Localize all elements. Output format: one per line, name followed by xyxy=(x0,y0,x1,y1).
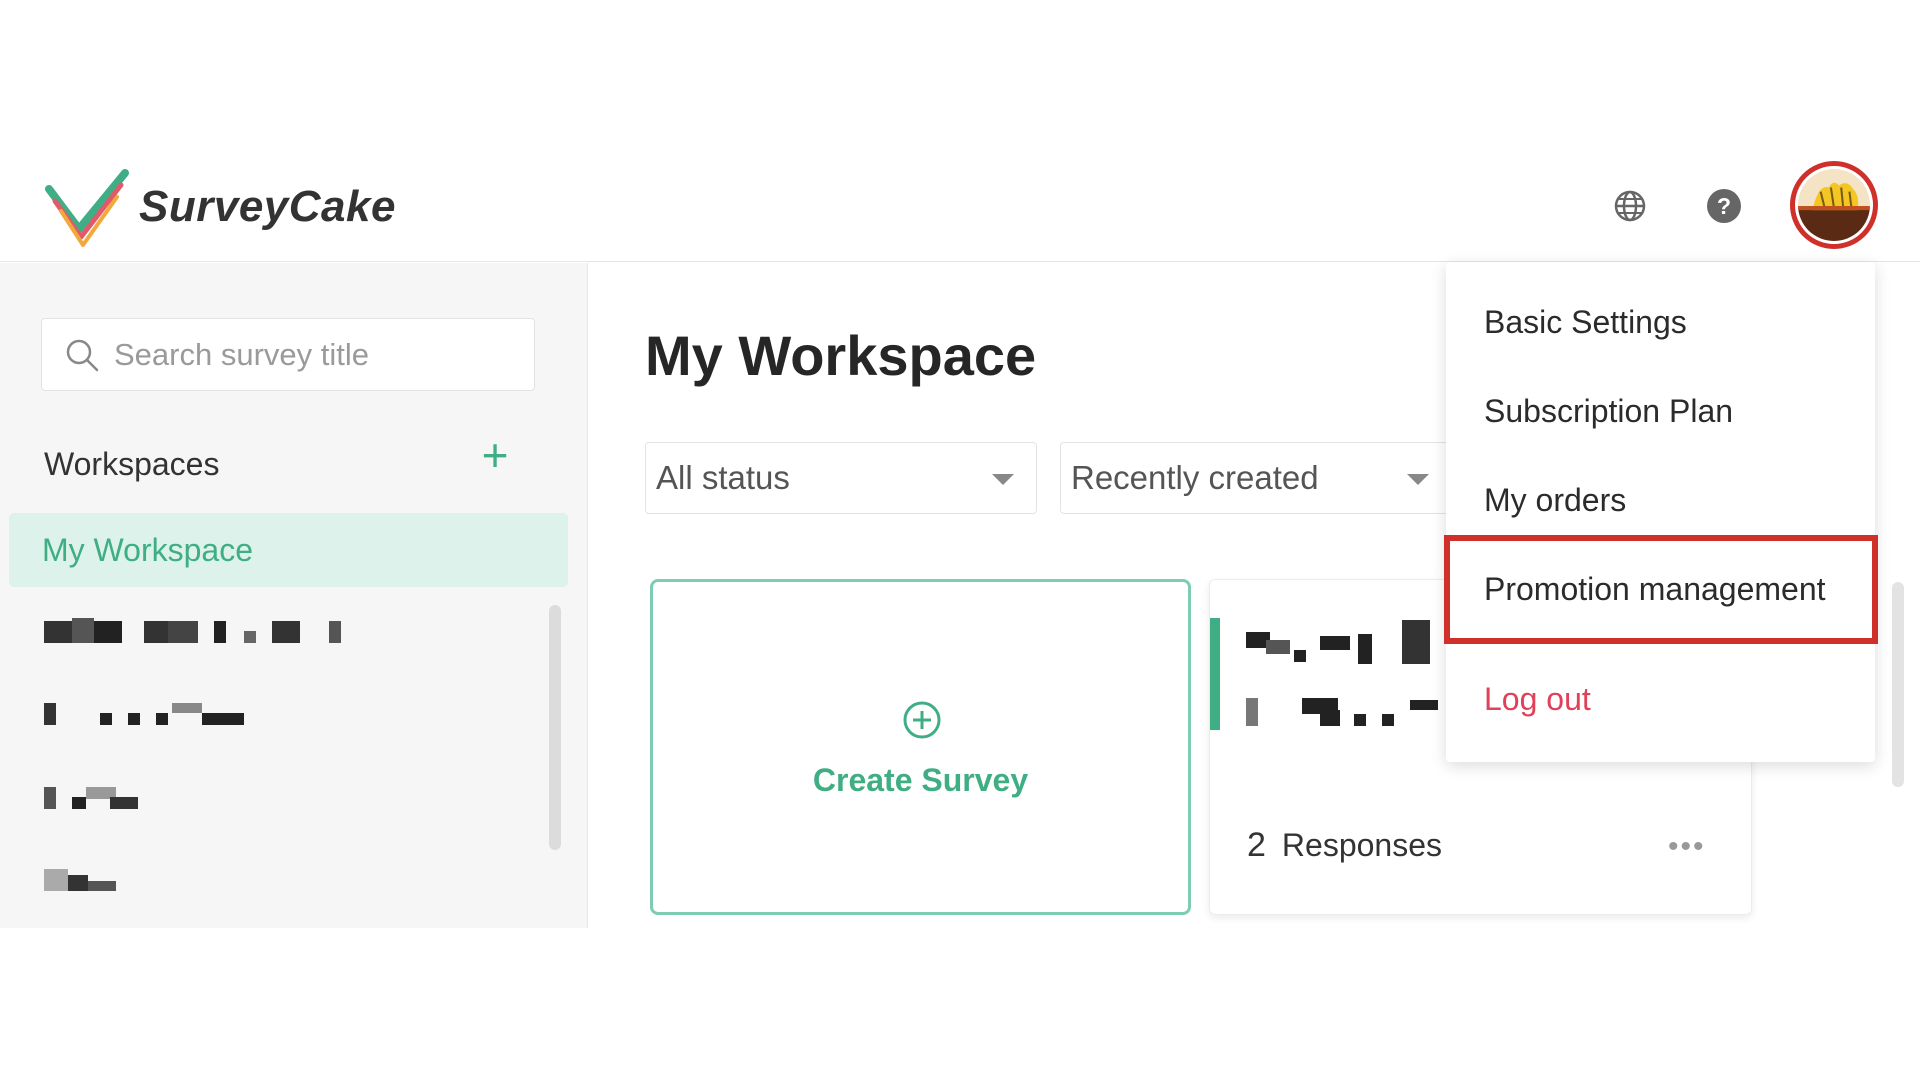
sidebar-item-redacted-2[interactable] xyxy=(44,697,264,737)
status-filter-select[interactable]: All status xyxy=(645,442,1037,514)
workspaces-heading: Workspaces xyxy=(44,446,220,482)
logo-text: SurveyCake xyxy=(139,182,396,231)
surveycake-logo[interactable]: SurveyCake xyxy=(45,167,396,247)
responses-count: 2 Responses xyxy=(1247,826,1442,865)
responses-label: Responses xyxy=(1281,827,1443,863)
user-avatar-button[interactable] xyxy=(1790,161,1878,249)
avatar xyxy=(1798,169,1870,241)
menu-item-basic-settings[interactable]: Basic Settings xyxy=(1484,304,1687,341)
top-header: SurveyCake ? xyxy=(0,151,1920,262)
sidebar: Workspaces + My Workspace xyxy=(0,263,588,928)
account-dropdown-menu: Basic Settings Subscription Plan My orde… xyxy=(1446,262,1875,762)
menu-item-my-orders[interactable]: My orders xyxy=(1484,482,1626,519)
sidebar-scrollbar[interactable] xyxy=(549,605,561,850)
sort-select[interactable]: Recently created xyxy=(1060,442,1452,514)
chevron-down-icon xyxy=(1407,474,1429,485)
chevron-down-icon xyxy=(992,474,1014,485)
globe-icon[interactable] xyxy=(1611,187,1649,225)
add-workspace-button[interactable]: + xyxy=(474,432,516,478)
page-scrollbar[interactable] xyxy=(1892,582,1904,787)
sidebar-item-redacted-3[interactable] xyxy=(44,781,164,821)
menu-item-log-out[interactable]: Log out xyxy=(1484,681,1591,718)
menu-item-subscription-plan[interactable]: Subscription Plan xyxy=(1484,393,1733,430)
sort-value: Recently created xyxy=(1071,459,1319,496)
plus-circle-icon xyxy=(903,701,941,739)
responses-number: 2 xyxy=(1247,826,1266,864)
survey-status-bar xyxy=(1210,618,1220,730)
logo-checkmark-icon xyxy=(45,169,129,247)
help-icon[interactable]: ? xyxy=(1705,187,1743,225)
search-box[interactable] xyxy=(41,318,535,391)
question-icon: ? xyxy=(1707,189,1741,223)
more-options-icon[interactable]: ••• xyxy=(1668,830,1706,864)
create-survey-card[interactable]: Create Survey xyxy=(650,579,1191,915)
sidebar-item-redacted-1[interactable] xyxy=(44,613,344,653)
status-filter-value: All status xyxy=(656,459,790,496)
menu-item-promotion-management[interactable]: Promotion management xyxy=(1484,571,1826,608)
sidebar-item-my-workspace[interactable]: My Workspace xyxy=(9,513,568,587)
search-input[interactable] xyxy=(114,336,514,373)
create-survey-label: Create Survey xyxy=(812,762,1029,798)
search-icon xyxy=(66,339,99,371)
sidebar-item-redacted-4[interactable] xyxy=(44,863,124,903)
page-title: My Workspace xyxy=(645,324,1037,387)
